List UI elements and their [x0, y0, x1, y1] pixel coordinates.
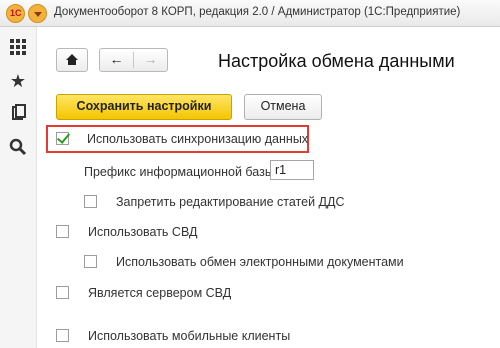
navigation-arrows: ← → — [99, 48, 168, 72]
app-logo-icon[interactable]: 1С — [6, 4, 25, 23]
mobile-clients-checkbox[interactable] — [56, 329, 69, 342]
sync-label: Использовать синхронизацию данных — [87, 132, 309, 146]
svd-server-checkbox[interactable] — [56, 286, 69, 299]
window-titlebar: 1С Документооборот 8 КОРП, редакция 2.0 … — [0, 0, 500, 27]
mobile-clients-label: Использовать мобильные клиенты — [88, 329, 291, 343]
use-edo-checkbox[interactable] — [84, 255, 97, 268]
prefix-field[interactable] — [270, 160, 314, 180]
search-icon[interactable] — [8, 137, 28, 157]
back-arrow-icon[interactable]: ← — [100, 49, 133, 71]
forbid-dds-label: Запретить редактирование статей ДДС — [116, 195, 345, 209]
page-title: Настройка обмена данными — [218, 51, 455, 71]
cancel-button[interactable]: Отмена — [244, 94, 322, 120]
main-menu-icon[interactable] — [28, 4, 47, 23]
use-svd-label: Использовать СВД — [88, 225, 198, 239]
sections-grid-icon[interactable] — [8, 37, 28, 57]
window-title: Документооборот 8 КОРП, редакция 2.0 / А… — [54, 6, 461, 18]
app-logo-text: 1С — [10, 8, 22, 18]
history-icon[interactable] — [8, 103, 28, 123]
home-icon — [66, 54, 78, 65]
sidebar: ★ — [0, 27, 37, 348]
save-settings-button[interactable]: Сохранить настройки — [56, 94, 232, 120]
sync-checkbox[interactable] — [56, 132, 69, 145]
forward-arrow-icon[interactable]: → — [134, 49, 167, 71]
forbid-dds-checkbox[interactable] — [84, 195, 97, 208]
favorites-star-icon[interactable]: ★ — [8, 71, 28, 91]
home-button[interactable] — [56, 48, 88, 72]
svd-server-label: Является сервером СВД — [88, 286, 232, 300]
prefix-label: Префикс информационной базы: — [84, 165, 278, 179]
use-edo-label: Использовать обмен электронными документ… — [116, 255, 404, 269]
use-svd-checkbox[interactable] — [56, 225, 69, 238]
